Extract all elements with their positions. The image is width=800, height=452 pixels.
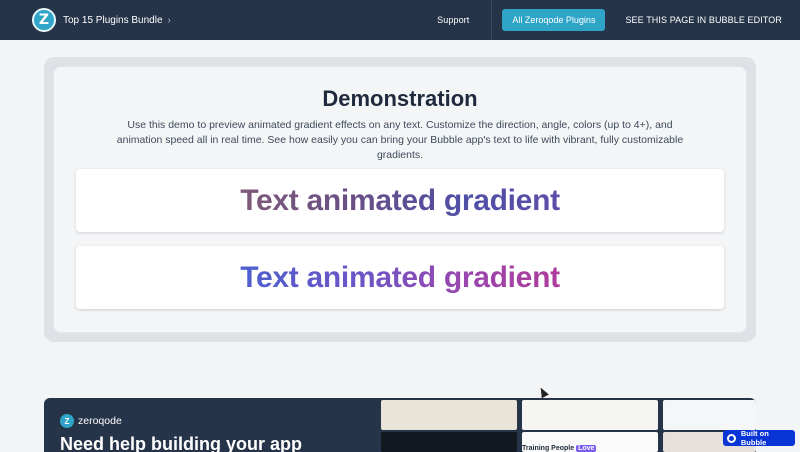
- help-banner[interactable]: Z zeroqode Need help building your app: [44, 398, 756, 452]
- banner-headline: Need help building your app: [60, 434, 303, 452]
- banner-logo: Z zeroqode: [60, 414, 122, 428]
- page-title: Demonstration: [322, 86, 478, 111]
- built-on-bubble-label: Built on Bubble: [740, 429, 769, 447]
- preview-caption-text: Training People: [522, 445, 575, 452]
- bubble-logo-icon: [727, 433, 736, 443]
- preview-caption-highlight: Love: [576, 445, 597, 452]
- zeroqode-logo-icon[interactable]: Z: [32, 8, 56, 32]
- preview-thumbnail-2: [381, 432, 517, 452]
- nav-divider: [491, 0, 493, 40]
- preview-thumbnail-1: [381, 400, 517, 430]
- gradient-sample-box-1: Text animated gradient: [76, 169, 724, 232]
- bubble-editor-link[interactable]: SEE THIS PAGE IN BUBBLE EDITOR: [625, 15, 782, 25]
- nav-right-group: Support All Zeroqode Plugins SEE THIS PA…: [437, 0, 788, 40]
- preview-thumbnail-3: [522, 400, 658, 430]
- gradient-text-1: Text animated gradient: [240, 183, 560, 217]
- chevron-right-icon[interactable]: ›: [168, 15, 171, 26]
- bundle-title[interactable]: Top 15 Plugins Bundle: [63, 15, 163, 26]
- preview-caption: Training People Love: [522, 445, 597, 452]
- all-plugins-button[interactable]: All Zeroqode Plugins: [502, 9, 606, 31]
- support-link[interactable]: Support: [437, 15, 469, 25]
- preview-thumbnail-5: [663, 400, 756, 430]
- demo-description: Use this demo to preview animated gradie…: [116, 119, 684, 161]
- banner-brand: zeroqode: [78, 415, 122, 427]
- top-navigation-bar: Z Top 15 Plugins Bundle › Support All Ze…: [0, 0, 800, 40]
- built-on-bubble-badge[interactable]: Built on Bubble: [723, 429, 795, 447]
- gradient-sample-box-2: Text animated gradient: [76, 246, 724, 309]
- gradient-text-2: Text animated gradient: [240, 260, 560, 294]
- zeroqode-small-icon: Z: [60, 414, 74, 428]
